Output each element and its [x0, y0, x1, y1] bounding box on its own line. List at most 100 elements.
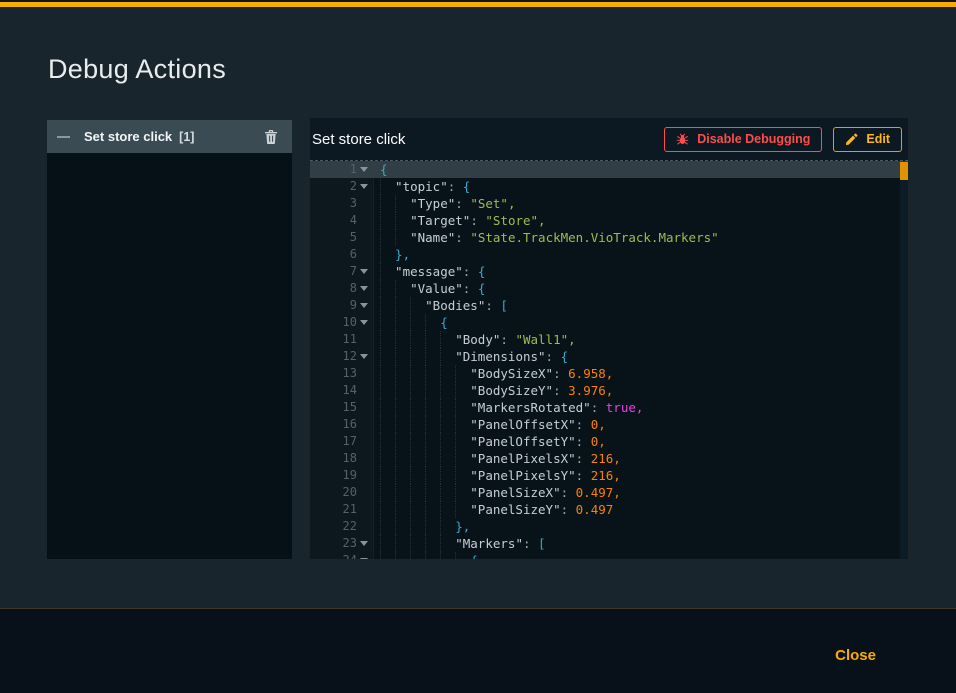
dialog-accent-bar	[0, 2, 956, 7]
editor-gutter: 4	[310, 212, 374, 229]
bug-icon	[676, 133, 689, 146]
code-text: "Body": "Wall1",	[374, 331, 576, 348]
fold-spacer	[357, 433, 371, 450]
editor-gutter: 15	[310, 399, 374, 416]
line-number: 17	[343, 433, 357, 450]
line-number: 3	[350, 195, 357, 212]
fold-spacer	[357, 450, 371, 467]
fold-toggle-icon[interactable]	[357, 552, 371, 559]
editor-gutter: 17	[310, 433, 374, 450]
edit-button[interactable]: Edit	[833, 127, 902, 152]
code-line: 11"Body": "Wall1",	[310, 331, 908, 348]
line-number: 4	[350, 212, 357, 229]
line-number: 21	[343, 501, 357, 518]
line-number: 1	[350, 161, 357, 178]
line-number: 9	[350, 297, 357, 314]
fold-spacer	[357, 195, 371, 212]
debug-actions-dialog: Debug Actions Set store click [1] Set	[0, 0, 956, 693]
code-line: 22},	[310, 518, 908, 535]
code-line: 10{	[310, 314, 908, 331]
code-text: "MarkersRotated": true,	[374, 399, 643, 416]
code-text: "Dimensions": {	[374, 348, 568, 365]
editor-gutter: 8	[310, 280, 374, 297]
dialog-footer: Close	[0, 608, 956, 693]
line-number: 6	[350, 246, 357, 263]
fold-toggle-icon[interactable]	[357, 161, 371, 178]
action-title: Set store click	[312, 131, 405, 148]
code-text: "Target": "Store",	[374, 212, 546, 229]
trash-icon	[264, 129, 278, 144]
fold-toggle-icon[interactable]	[357, 263, 371, 280]
code-text: "Bodies": [	[374, 297, 508, 314]
code-line: 1{	[310, 161, 908, 178]
editor-scrollbar[interactable]	[900, 162, 908, 559]
line-number: 10	[343, 314, 357, 331]
line-number: 22	[343, 518, 357, 535]
code-text: },	[374, 246, 410, 263]
fold-toggle-icon[interactable]	[357, 348, 371, 365]
code-text: "BodySizeX": 6.958,	[374, 365, 613, 382]
fold-spacer	[357, 365, 371, 382]
editor-gutter: 24	[310, 552, 374, 559]
disable-debugging-button[interactable]: Disable Debugging	[664, 127, 822, 152]
code-line: 16 "PanelOffsetX": 0,	[310, 416, 908, 433]
scrollbar-thumb[interactable]	[900, 162, 908, 180]
fold-spacer	[357, 399, 371, 416]
code-line: 24{	[310, 552, 908, 559]
fold-toggle-icon[interactable]	[357, 178, 371, 195]
close-button[interactable]: Close	[827, 643, 884, 668]
delete-action-button[interactable]	[262, 127, 280, 146]
code-text: "PanelSizeX": 0.497,	[374, 484, 621, 501]
code-line: 13"BodySizeX": 6.958,	[310, 365, 908, 382]
editor-gutter: 13	[310, 365, 374, 382]
editor-gutter: 1	[310, 161, 374, 178]
fold-spacer	[357, 212, 371, 229]
code-line: 14"BodySizeY": 3.976,	[310, 382, 908, 399]
code-line: 12"Dimensions": {	[310, 348, 908, 365]
json-editor[interactable]: 1{2"topic": {3"Type": "Set",4"Target": "…	[310, 160, 908, 559]
actions-sidebar: Set store click [1]	[47, 120, 292, 559]
line-number: 8	[350, 280, 357, 297]
editor-gutter: 9	[310, 297, 374, 314]
line-number: 24	[343, 552, 357, 559]
code-line: 18"PanelPixelsX": 216,	[310, 450, 908, 467]
fold-spacer	[357, 501, 371, 518]
code-text: },	[374, 518, 470, 535]
editor-gutter: 6	[310, 246, 374, 263]
code-text: "PanelSizeY": 0.497	[374, 501, 613, 518]
line-number: 23	[343, 535, 357, 552]
fold-toggle-icon[interactable]	[357, 297, 371, 314]
collapse-icon[interactable]	[57, 136, 70, 138]
editor-gutter: 23	[310, 535, 374, 552]
code-line: 4 "Target": "Store",	[310, 212, 908, 229]
code-text: "topic": {	[374, 178, 470, 195]
code-text: {	[374, 161, 388, 178]
editor-gutter: 20	[310, 484, 374, 501]
pencil-icon	[845, 133, 858, 146]
code-text: "PanelOffsetY": 0,	[374, 433, 606, 450]
action-detail-panel: Set store click Disable Debugging	[310, 118, 908, 559]
fold-spacer	[357, 467, 371, 484]
fold-toggle-icon[interactable]	[357, 280, 371, 297]
editor-gutter: 14	[310, 382, 374, 399]
fold-spacer	[357, 484, 371, 501]
fold-toggle-icon[interactable]	[357, 314, 371, 331]
editor-gutter: 21	[310, 501, 374, 518]
line-number: 5	[350, 229, 357, 246]
page-title: Debug Actions	[48, 54, 226, 85]
code-text: "PanelOffsetX": 0,	[374, 416, 606, 433]
line-number: 16	[343, 416, 357, 433]
code-line: 20"PanelSizeX": 0.497,	[310, 484, 908, 501]
fold-toggle-icon[interactable]	[357, 535, 371, 552]
code-line: 3 "Type": "Set",	[310, 195, 908, 212]
editor-gutter: 12	[310, 348, 374, 365]
editor-gutter: 7	[310, 263, 374, 280]
code-text: "Type": "Set",	[374, 195, 515, 212]
editor-gutter: 5	[310, 229, 374, 246]
code-text: "message": {	[374, 263, 485, 280]
sidebar-item-set-store-click[interactable]: Set store click [1]	[47, 120, 292, 153]
sidebar-item-label: Set store click	[84, 129, 172, 144]
code-line: 7"message": {	[310, 263, 908, 280]
code-text: "PanelPixelsY": 216,	[374, 467, 621, 484]
edit-label: Edit	[866, 132, 890, 146]
